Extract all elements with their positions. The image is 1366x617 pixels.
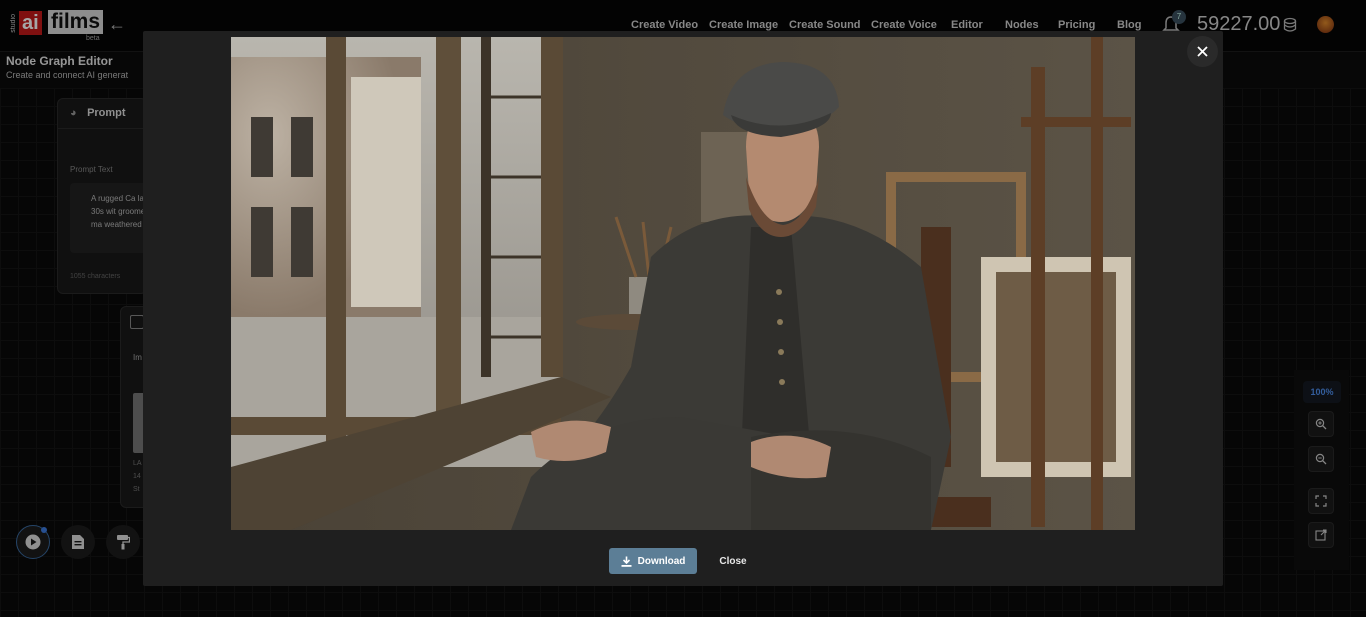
modal-close-button[interactable] bbox=[1187, 36, 1218, 67]
download-label: Download bbox=[637, 555, 686, 567]
close-icon bbox=[1197, 46, 1208, 57]
close-button[interactable]: Close bbox=[712, 548, 754, 574]
portrait-illustration bbox=[231, 37, 1135, 530]
generated-image-preview bbox=[231, 37, 1135, 530]
download-icon bbox=[621, 556, 632, 567]
download-button[interactable]: Download bbox=[609, 548, 697, 574]
